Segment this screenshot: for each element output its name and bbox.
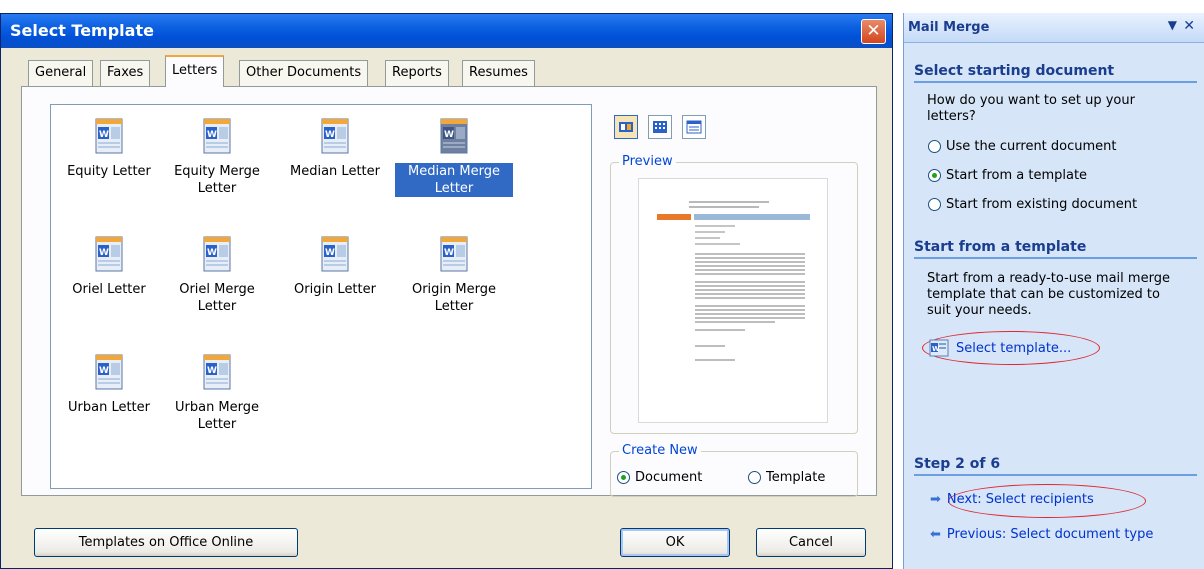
svg-text:W: W: [444, 130, 454, 140]
template-item[interactable]: W Median Letter: [276, 117, 394, 180]
svg-text:W: W: [932, 345, 940, 353]
template-item-label: Origin Letter: [294, 282, 376, 297]
radio-dot: [748, 471, 761, 484]
template-item[interactable]: W Urban Letter: [50, 353, 168, 416]
list-view-icon: [653, 121, 667, 133]
step-indicator: Step 2 of 6: [914, 456, 1197, 476]
template-description: Start from a ready-to-use mail merge tem…: [927, 271, 1170, 318]
word-template-icon: W: [92, 117, 126, 157]
word-template-icon: W: [437, 235, 471, 275]
start-from-existing-document-radio[interactable]: Start from existing document: [928, 197, 1137, 212]
arrow-right-icon: ➡: [930, 492, 941, 507]
section-start-from-template: Start from a template: [914, 239, 1197, 259]
word-template-icon: W: [200, 117, 234, 157]
template-item-label: Median Letter: [290, 164, 380, 179]
svg-text:W: W: [207, 248, 217, 258]
start-from-template-label: Start from a template: [946, 168, 1088, 183]
arrow-left-icon: ⬅: [930, 527, 941, 542]
create-template-radio[interactable]: Template: [748, 470, 825, 485]
word-template-icon: W: [318, 235, 352, 275]
svg-text:W: W: [444, 248, 454, 258]
radio-selected-dot: [928, 169, 941, 182]
tab-letters[interactable]: Letters: [165, 55, 225, 87]
template-item-label: Oriel Letter: [72, 282, 146, 297]
svg-text:W: W: [207, 130, 217, 140]
dialog-titlebar: Select Template ✕: [1, 14, 892, 48]
create-new-label: Create New: [619, 443, 701, 458]
task-pane-close-icon[interactable]: ✕: [1183, 18, 1195, 34]
tab-reports[interactable]: Reports: [385, 60, 449, 86]
cancel-button[interactable]: Cancel: [756, 528, 866, 557]
create-document-label: Document: [635, 470, 703, 485]
details-view-button[interactable]: [682, 115, 706, 139]
create-document-radio[interactable]: Document: [617, 470, 702, 485]
radio-dot: [928, 198, 941, 211]
tab-faxes[interactable]: Faxes: [100, 60, 151, 86]
next-step-link[interactable]: ➡ Next: Select recipients: [930, 492, 1094, 507]
tab-other-documents[interactable]: Other Documents: [239, 60, 369, 86]
dialog-close-button[interactable]: ✕: [861, 19, 886, 44]
tab-general[interactable]: General: [28, 60, 94, 86]
template-item[interactable]: W Equity Merge Letter: [158, 117, 276, 197]
previous-step-label: Previous: Select document type: [946, 527, 1154, 542]
mail-merge-task-pane: Mail Merge ▼ ✕ Select starting document …: [903, 13, 1204, 569]
template-item-label: Urban Letter: [68, 400, 150, 415]
template-item-label: Urban Merge Letter: [174, 400, 260, 432]
svg-text:W: W: [99, 248, 109, 258]
large-icons-view-icon: [619, 122, 633, 132]
template-preview-image: [638, 178, 828, 423]
radio-selected-dot: [617, 471, 630, 484]
word-template-icon: W: [92, 353, 126, 393]
ok-button[interactable]: OK: [620, 528, 730, 557]
next-step-label: Next: Select recipients: [946, 492, 1094, 507]
template-item-label: Origin Merge Letter: [411, 282, 496, 314]
template-item-label: Oriel Merge Letter: [179, 282, 255, 314]
details-view-icon: [686, 120, 702, 134]
start-from-existing-label: Start from existing document: [946, 197, 1138, 212]
template-item[interactable]: W Median Merge Letter: [394, 117, 514, 198]
template-item[interactable]: W Urban Merge Letter: [158, 353, 276, 433]
section-select-starting-document: Select starting document: [914, 63, 1197, 83]
templates-office-online-button[interactable]: Templates on Office Online: [34, 528, 298, 557]
large-icons-view-button[interactable]: [614, 115, 638, 139]
word-template-icon: W: [200, 353, 234, 393]
word-template-icon: W: [437, 117, 471, 157]
word-template-icon: W: [92, 235, 126, 275]
list-view-button[interactable]: [648, 115, 672, 139]
use-current-document-label: Use the current document: [946, 139, 1117, 154]
template-item[interactable]: W Equity Letter: [50, 117, 168, 180]
tab-resumes[interactable]: Resumes: [462, 60, 535, 86]
word-template-icon: W: [200, 235, 234, 275]
template-item-label: Equity Letter: [67, 164, 151, 179]
radio-dot: [928, 140, 941, 153]
template-item-label: Equity Merge Letter: [174, 164, 260, 196]
select-template-link[interactable]: W Select template...: [928, 339, 1071, 357]
svg-text:W: W: [99, 366, 109, 376]
template-item-label: Median Merge Letter: [394, 162, 514, 198]
svg-text:W: W: [99, 130, 109, 140]
select-template-link-label: Select template...: [956, 340, 1072, 356]
svg-text:W: W: [325, 130, 335, 140]
dialog-title: Select Template: [10, 21, 154, 40]
use-current-document-radio[interactable]: Use the current document: [928, 139, 1117, 154]
setup-question: How do you want to set up your letters?: [927, 93, 1135, 124]
word-template-icon: W: [929, 339, 949, 357]
word-template-icon: W: [318, 117, 352, 157]
template-item[interactable]: W Oriel Merge Letter: [158, 235, 276, 315]
svg-text:W: W: [325, 248, 335, 258]
task-pane-title: Mail Merge: [908, 20, 990, 35]
task-pane-menu-icon[interactable]: ▼: [1168, 18, 1177, 32]
template-item[interactable]: W Origin Merge Letter: [395, 235, 513, 315]
svg-text:W: W: [207, 366, 217, 376]
preview-label: Preview: [619, 154, 676, 169]
previous-step-link[interactable]: ⬅ Previous: Select document type: [930, 527, 1153, 542]
template-item[interactable]: W Oriel Letter: [50, 235, 168, 298]
task-pane-header: Mail Merge ▼ ✕: [904, 13, 1204, 43]
template-item[interactable]: W Origin Letter: [276, 235, 394, 298]
start-from-template-radio[interactable]: Start from a template: [928, 168, 1087, 183]
create-template-label: Template: [766, 470, 826, 485]
